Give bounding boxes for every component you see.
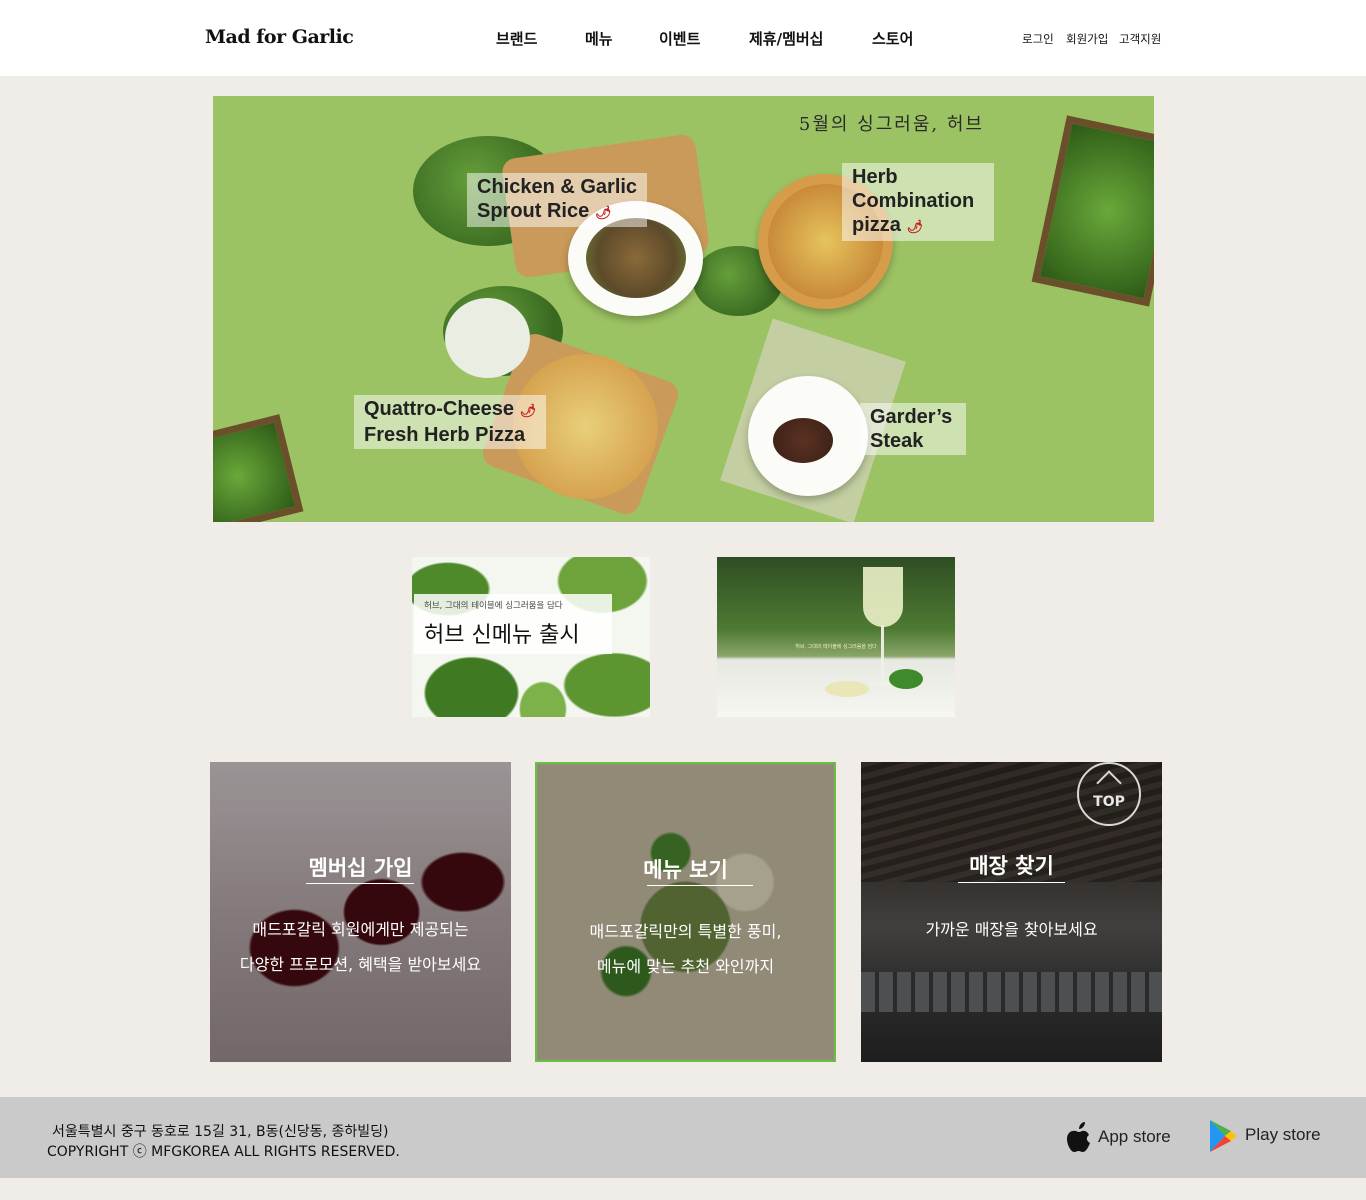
promo-caption: 허브, 그대의 테이블에 싱그러움을 담다 bbox=[795, 644, 877, 650]
card-description: 메뉴에 맞는 추천 와인까지 bbox=[596, 957, 775, 976]
dish-label-steak[interactable]: Garder’s Steak bbox=[860, 403, 966, 455]
dish-label-rice[interactable]: Chicken & Garlic Sprout Rice 🌶 bbox=[467, 173, 648, 227]
nav-store[interactable]: 스토어 bbox=[872, 28, 913, 49]
site-header: Mad for Garlic 브랜드 메뉴 이벤트 제휴/멤버십 스토어 로그인… bbox=[0, 0, 1366, 76]
login-link[interactable]: 로그인 bbox=[1022, 31, 1054, 47]
nav-event[interactable]: 이벤트 bbox=[659, 28, 700, 49]
promo-label-box: 허브, 그대의 테이블에 싱그러움을 담다 허브 신메뉴 출시 bbox=[414, 594, 612, 654]
dish-label-line: Combination bbox=[852, 190, 975, 212]
card-description: 가까운 매장을 찾아보세요 bbox=[925, 920, 1098, 939]
card-title: 멤버십 가입 bbox=[308, 856, 413, 880]
brand-logo[interactable]: Mad for Garlic bbox=[205, 26, 354, 48]
chili-icon: 🌶 bbox=[906, 219, 923, 234]
rice-dish-image bbox=[586, 218, 686, 298]
card-divider bbox=[647, 885, 753, 886]
dish-label-line: Quattro-Cheese bbox=[364, 398, 515, 420]
elderflower-image bbox=[825, 681, 869, 697]
steak-image bbox=[773, 418, 833, 463]
hero-banner[interactable]: 5월의 싱그러움, 허브 Chicken & Garlic Sprout Ric… bbox=[213, 96, 1154, 522]
card-divider bbox=[306, 883, 414, 884]
hero-headline: 5월의 싱그러움, 허브 bbox=[798, 114, 984, 135]
card-menu[interactable]: 메뉴 보기 매드포갈릭만의 특별한 풍미, 메뉴에 맞는 추천 와인까지 bbox=[535, 762, 836, 1062]
app-store-label: App store bbox=[1098, 1127, 1171, 1146]
dish-label-line: Garder’s bbox=[870, 406, 953, 428]
chevron-up-icon bbox=[1096, 770, 1122, 796]
site-footer: 서울특별시 중구 동호로 15길 31, B동(신당동, 종하빌딩) COPYR… bbox=[0, 1097, 1366, 1178]
top-label: TOP bbox=[1093, 794, 1125, 810]
dip-bowl-image bbox=[445, 298, 530, 378]
herb-frame-image bbox=[213, 414, 304, 522]
card-description: 매드포갈릭 회원에게만 제공되는 bbox=[252, 920, 469, 939]
support-link[interactable]: 고객지원 bbox=[1119, 31, 1161, 47]
dish-label-line: Fresh Herb Pizza bbox=[364, 424, 526, 446]
nav-partnership[interactable]: 제휴/멤버십 bbox=[749, 28, 823, 49]
card-title: 매장 찾기 bbox=[969, 854, 1054, 878]
play-store-link[interactable]: Play store bbox=[1208, 1120, 1328, 1157]
card-divider bbox=[958, 882, 1065, 883]
card-description: 매드포갈릭만의 특별한 풍미, bbox=[589, 922, 782, 941]
leaf-image bbox=[889, 669, 923, 689]
drink-glass-image bbox=[863, 567, 903, 627]
play-store-icon bbox=[1210, 1120, 1237, 1152]
promo-herb-drink[interactable]: 허브, 그대의 테이블에 싱그러움을 담다 bbox=[717, 557, 955, 717]
chili-icon: 🌶 bbox=[594, 205, 612, 220]
play-store-label: Play store bbox=[1245, 1125, 1321, 1144]
signup-link[interactable]: 회원가입 bbox=[1066, 31, 1108, 47]
card-title: 메뉴 보기 bbox=[643, 858, 728, 882]
dish-label-quattro-pizza[interactable]: Quattro-Cheese 🌶 Fresh Herb Pizza bbox=[354, 395, 547, 449]
card-overlay bbox=[537, 764, 834, 1060]
promo-herb-new-menu[interactable]: 허브, 그대의 테이블에 싱그러움을 담다 허브 신메뉴 출시 bbox=[412, 557, 650, 717]
dish-label-line: Sprout Rice bbox=[477, 200, 590, 222]
card-description: 다양한 프로모션, 혜택을 받아보세요 bbox=[239, 955, 482, 974]
dish-label-herb-pizza[interactable]: Herb Combination pizza 🌶 bbox=[842, 163, 994, 241]
herb-frame-image bbox=[1031, 115, 1154, 307]
nav-menu[interactable]: 메뉴 bbox=[585, 28, 613, 49]
card-overlay bbox=[210, 762, 511, 1062]
nav-brand[interactable]: 브랜드 bbox=[496, 28, 537, 49]
footer-copyright: COPYRIGHT ⓒ MFGKOREA ALL RIGHTS RESERVED… bbox=[47, 1144, 400, 1160]
promo-subtitle: 허브, 그대의 테이블에 싱그러움을 담다 bbox=[424, 601, 563, 611]
dish-label-line: Herb bbox=[852, 166, 898, 188]
card-membership[interactable]: 멤버십 가입 매드포갈릭 회원에게만 제공되는 다양한 프로모션, 혜택을 받아… bbox=[210, 762, 511, 1062]
footer-address: 서울특별시 중구 동호로 15길 31, B동(신당동, 종하빌딩) bbox=[52, 1124, 389, 1140]
dish-label-line: Steak bbox=[870, 430, 924, 452]
chili-icon: 🌶 bbox=[519, 403, 537, 418]
drink-glass-stem bbox=[881, 625, 884, 683]
dish-label-line: Chicken & Garlic bbox=[477, 176, 638, 198]
promo-title: 허브 신메뉴 출시 bbox=[424, 623, 580, 648]
dish-label-line: pizza bbox=[852, 214, 901, 236]
app-store-link[interactable]: App store bbox=[1066, 1121, 1186, 1157]
back-to-top-button[interactable]: TOP bbox=[1077, 762, 1141, 826]
apple-icon bbox=[1067, 1122, 1090, 1152]
